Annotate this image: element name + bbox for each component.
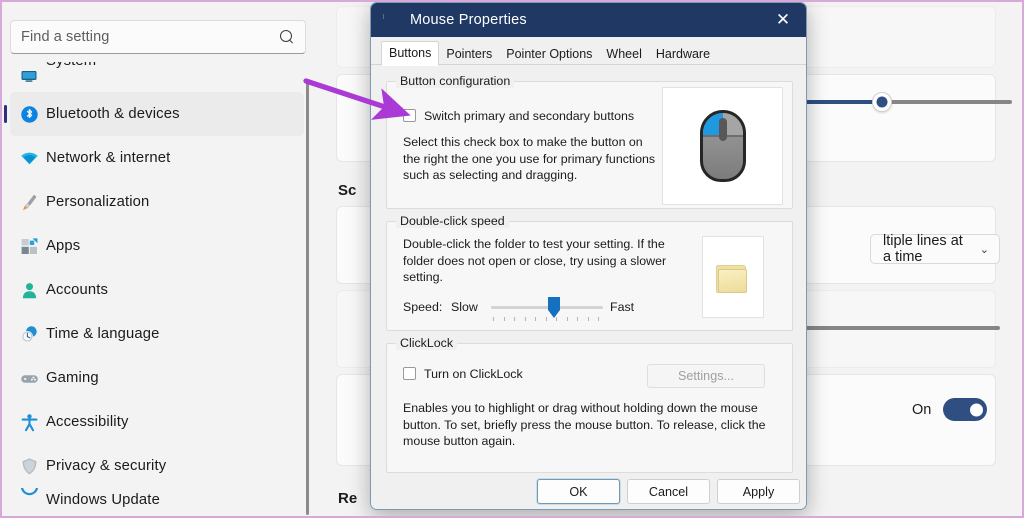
- slider-thumb[interactable]: [548, 297, 560, 318]
- slow-label: Slow: [451, 300, 478, 314]
- sidebar-item-label: Windows Update: [46, 492, 160, 508]
- sidebar-item-label: Personalization: [46, 194, 150, 210]
- switch-buttons-checkbox-row[interactable]: Switch primary and secondary buttons: [403, 108, 653, 125]
- switch-buttons-label: Switch primary and secondary buttons: [424, 109, 635, 123]
- chevron-down-icon: ⌄: [979, 243, 989, 256]
- tab-label: Hardware: [655, 46, 711, 61]
- sidebar-item-label: Apps: [46, 238, 81, 254]
- brush-icon: [19, 192, 39, 212]
- search-icon[interactable]: [279, 29, 295, 45]
- ok-button[interactable]: OK: [537, 479, 620, 504]
- clicklock-checkbox-row[interactable]: Turn on ClickLock: [403, 366, 523, 383]
- mouse-properties-dialog[interactable]: Mouse Properties ✕ Buttons Pointers Poin…: [370, 2, 807, 510]
- fast-label: Fast: [610, 300, 635, 314]
- group-legend: Double-click speed: [396, 214, 509, 228]
- tab-label: Pointers: [446, 46, 493, 61]
- update-icon: [19, 488, 39, 496]
- clicklock-settings-button[interactable]: Settings...: [647, 364, 765, 388]
- sidebar-item-network-internet[interactable]: Network & internet: [10, 136, 304, 180]
- settings-nav-list[interactable]: System Bluetooth & devices: [2, 62, 312, 516]
- sidebar-item-privacy-security[interactable]: Privacy & security: [10, 444, 304, 488]
- dialog-tabstrip[interactable]: Buttons Pointers Pointer Options Wheel H…: [371, 37, 806, 66]
- cancel-button[interactable]: Cancel: [627, 479, 710, 504]
- settings-navigation-pane: Find a setting System: [2, 2, 312, 516]
- screenshot-root: Find a setting System: [0, 0, 1024, 518]
- clock-icon: [19, 324, 39, 344]
- dialog-titlebar[interactable]: Mouse Properties ✕: [371, 3, 806, 37]
- search-placeholder: Find a setting: [21, 29, 110, 45]
- scroll-mode-combobox[interactable]: ltiple lines at a time ⌄: [870, 233, 1000, 265]
- sidebar-item-windows-update[interactable]: Windows Update: [10, 488, 304, 512]
- mouse-icon: [383, 11, 401, 29]
- toggle-switch[interactable]: [943, 398, 988, 421]
- tab-buttons[interactable]: Buttons: [381, 40, 440, 66]
- tab-wheel[interactable]: Wheel: [599, 44, 648, 66]
- accessibility-icon: [19, 412, 39, 432]
- speed-label: Speed:: [403, 300, 443, 314]
- button-label: Apply: [742, 484, 775, 499]
- sidebar-item-label: Bluetooth & devices: [46, 106, 180, 122]
- search-input[interactable]: Find a setting: [10, 20, 306, 54]
- section-heading-related: Re: [338, 490, 358, 507]
- sidebar-item-label: Accessibility: [46, 414, 129, 430]
- sidebar-item-bluetooth-devices[interactable]: Bluetooth & devices: [10, 92, 304, 136]
- apply-button[interactable]: Apply: [717, 479, 800, 504]
- tab-label: Wheel: [606, 46, 642, 61]
- group-button-configuration: Button configuration Switch primary and …: [386, 74, 793, 209]
- dialog-title: Mouse Properties: [410, 12, 527, 28]
- section-heading-scrolling: Sc: [338, 182, 357, 199]
- folder-preview-image[interactable]: [702, 236, 764, 318]
- sidebar-item-label: Time & language: [46, 326, 160, 342]
- group-clicklock: ClickLock Turn on ClickLock Settings... …: [386, 336, 793, 473]
- bluetooth-icon: [19, 104, 39, 124]
- slider-ticks: [493, 317, 599, 321]
- sidebar-item-personalization[interactable]: Personalization: [10, 180, 304, 224]
- turn-on-clicklock-checkbox[interactable]: [403, 367, 416, 380]
- group-double-click-speed: Double-click speed Double-click the fold…: [386, 214, 793, 331]
- button-label: OK: [569, 484, 588, 499]
- tab-hardware[interactable]: Hardware: [649, 44, 717, 66]
- double-click-speed-slider[interactable]: [491, 297, 603, 318]
- clicklock-description: Enables you to highlight or drag without…: [403, 401, 766, 448]
- person-icon: [19, 280, 39, 300]
- sidebar-item-accessibility[interactable]: Accessibility: [10, 400, 304, 444]
- tab-pointers[interactable]: Pointers: [439, 44, 499, 66]
- dialog-body: Button configuration Switch primary and …: [371, 65, 806, 509]
- tab-label: Buttons: [389, 45, 432, 60]
- sidebar-item-label: Privacy & security: [46, 458, 167, 474]
- group-legend: Button configuration: [396, 74, 515, 88]
- clicklock-label: Turn on ClickLock: [424, 367, 523, 381]
- sidebar-item-label: Accounts: [46, 282, 109, 298]
- sidebar-scrollbar[interactable]: [306, 80, 309, 515]
- display-icon: [19, 65, 39, 85]
- wifi-icon: [19, 148, 39, 168]
- sidebar-item-system[interactable]: System: [10, 62, 304, 86]
- switch-buttons-description: Select this check box to make the button…: [403, 135, 656, 182]
- double-click-description: Double-click the folder to test your set…: [403, 237, 667, 284]
- group-legend: ClickLock: [396, 336, 458, 350]
- sidebar-item-label: Gaming: [46, 370, 99, 386]
- sidebar-item-time-language[interactable]: Time & language: [10, 312, 304, 356]
- scroll-mode-value: ltiple lines at a time: [883, 233, 963, 265]
- apps-icon: [19, 236, 39, 256]
- switch-primary-secondary-checkbox[interactable]: [403, 109, 416, 122]
- button-label: Settings...: [677, 369, 734, 383]
- mouse-preview-image: [662, 87, 783, 205]
- close-icon[interactable]: ✕: [760, 3, 806, 37]
- sidebar-item-label: System: [46, 62, 96, 69]
- gamepad-icon: [19, 368, 39, 388]
- sidebar-item-apps[interactable]: Apps: [10, 224, 304, 268]
- scroll-inactive-toggle-row[interactable]: On: [912, 398, 988, 421]
- shield-icon: [19, 456, 39, 476]
- tab-pointer-options[interactable]: Pointer Options: [499, 44, 599, 66]
- toggle-state-label: On: [912, 401, 932, 418]
- scroll-lines-slider[interactable]: [792, 326, 1000, 330]
- pointer-speed-slider-1[interactable]: [792, 92, 1012, 112]
- button-label: Cancel: [648, 484, 689, 499]
- sidebar-item-accounts[interactable]: Accounts: [10, 268, 304, 312]
- tab-label: Pointer Options: [506, 46, 593, 61]
- sidebar-item-gaming[interactable]: Gaming: [10, 356, 304, 400]
- sidebar-item-label: Network & internet: [46, 150, 171, 166]
